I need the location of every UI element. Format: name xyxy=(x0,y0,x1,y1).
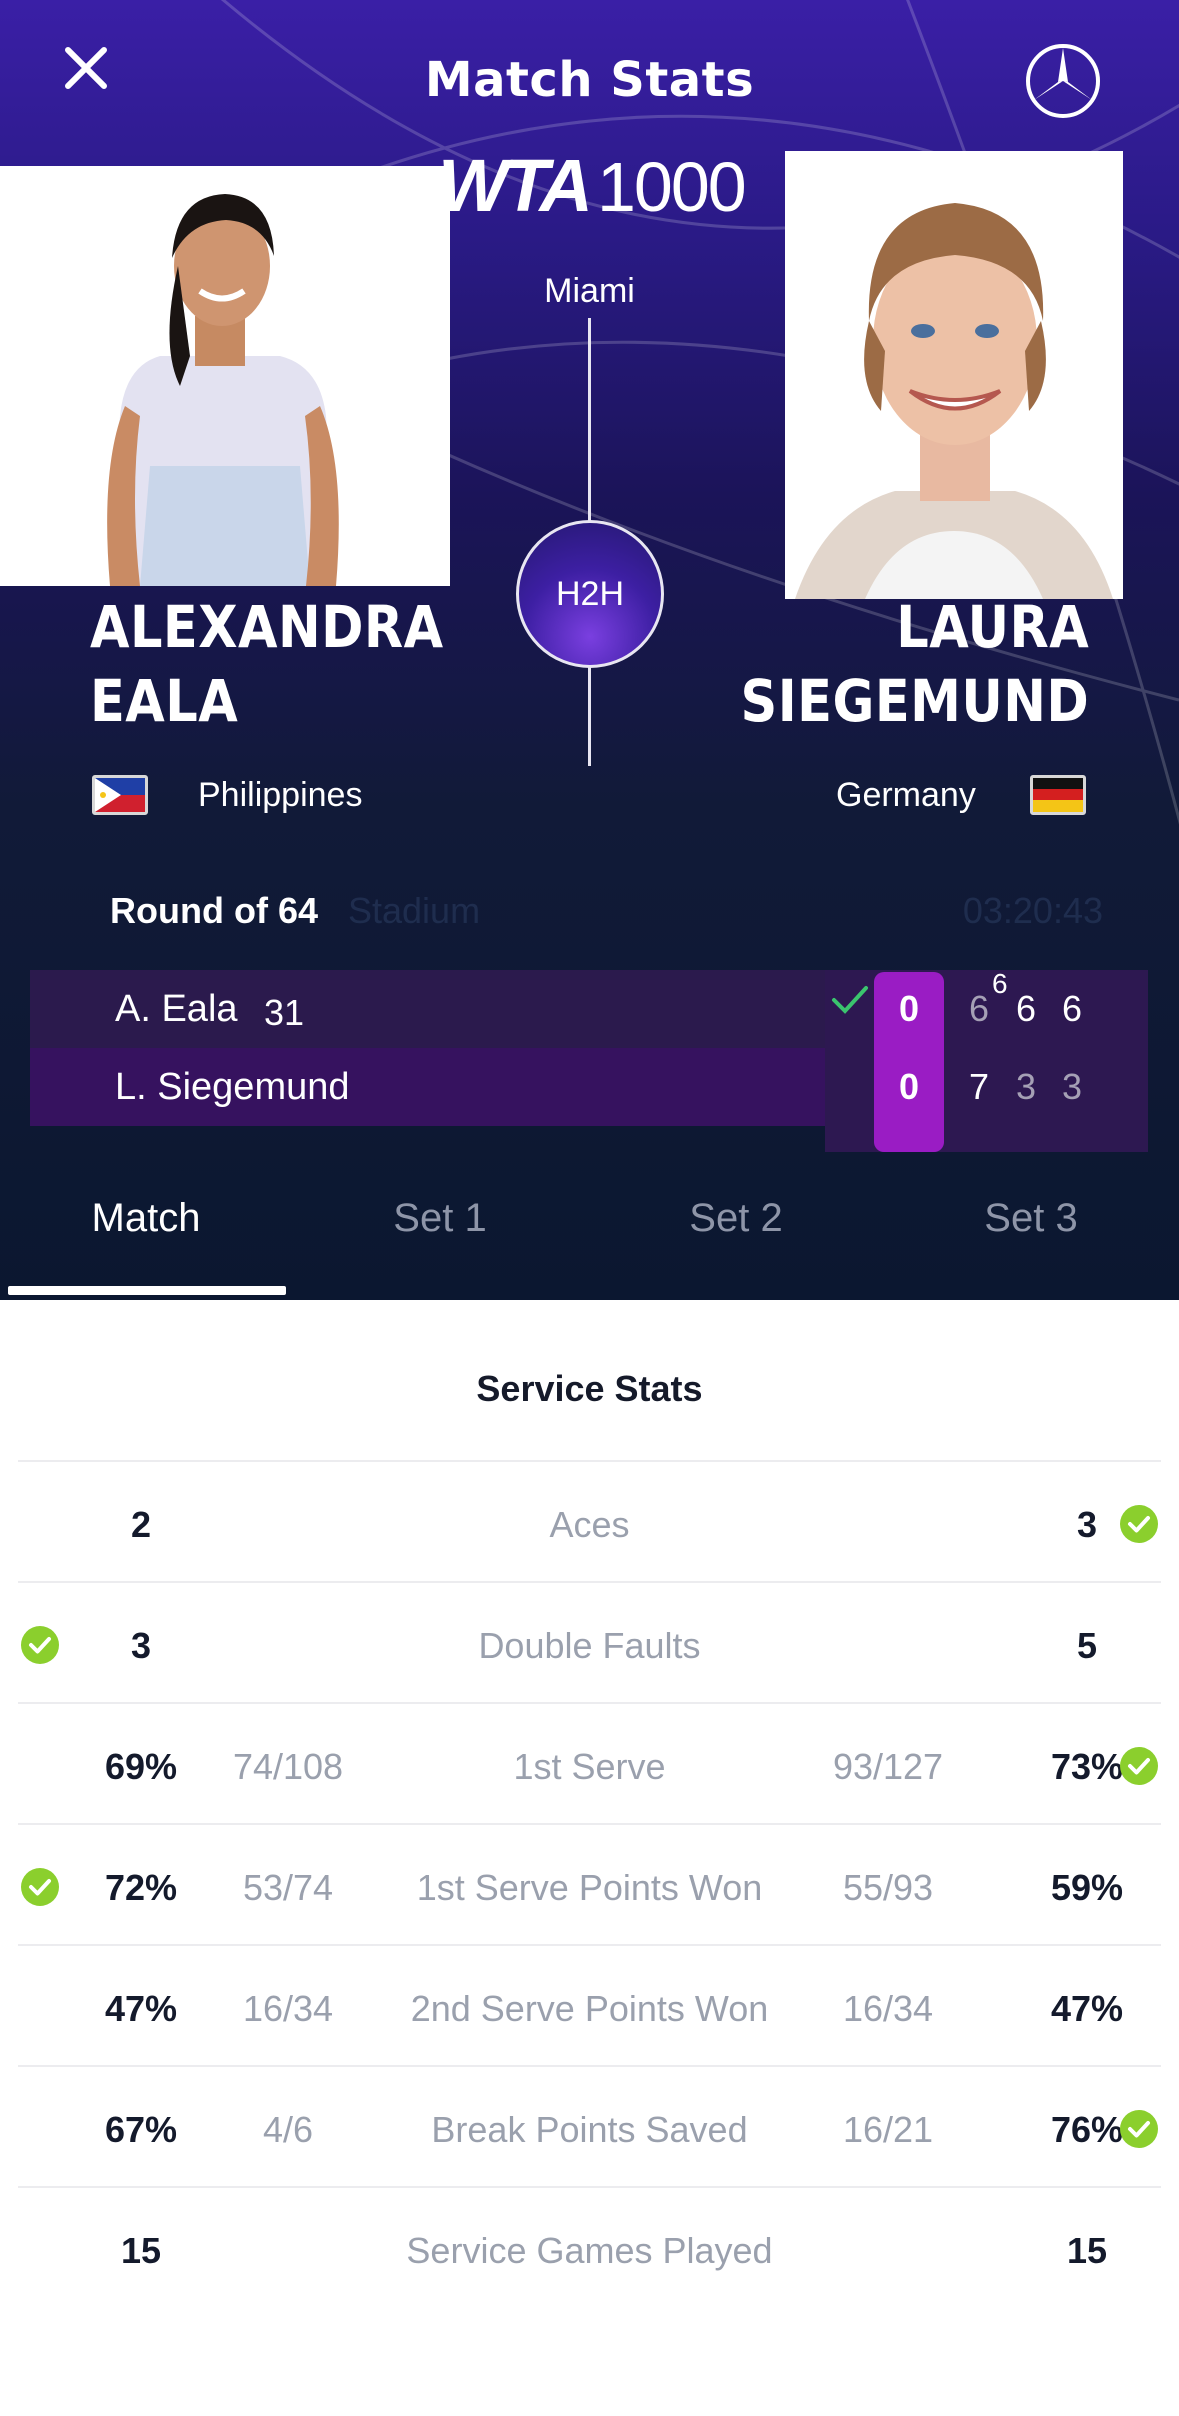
set1-p2: 7 xyxy=(968,1066,990,1107)
stat-fraction-right: 16/21 xyxy=(842,2109,934,2150)
flag-germany-icon xyxy=(1030,775,1086,815)
divider-line xyxy=(588,666,591,766)
stat-value-right: 15 xyxy=(1066,2230,1108,2271)
stat-value-right: 47% xyxy=(1050,1988,1124,2029)
set-tabs: Match Set 1 Set 2 Set 3 xyxy=(0,1196,1179,1296)
stat-value-left: 67% xyxy=(104,2109,178,2150)
stat-fraction-left: 74/108 xyxy=(232,1746,344,1787)
set3-p2: 3 xyxy=(1061,1066,1083,1107)
leader-check-icon xyxy=(1119,1746,1159,1786)
stat-row: 1st Serve 69% 73% 74/108 93/127 xyxy=(18,1702,1161,1823)
stat-row: Double Faults 3 5 xyxy=(18,1581,1161,1702)
winner-check-icon xyxy=(832,986,868,1014)
country-left: Philippines xyxy=(198,776,363,814)
scoreboard-name-p1: A. Eala xyxy=(115,988,238,1030)
country-right: Germany xyxy=(836,776,976,814)
stat-row: 1st Serve Points Won 72% 59% 53/74 55/93 xyxy=(18,1823,1161,1944)
stat-fraction-right: 55/93 xyxy=(842,1867,934,1908)
stat-value-left: 15 xyxy=(120,2230,162,2271)
stat-value-left: 2 xyxy=(130,1504,152,1545)
tab-set-1[interactable]: Set 1 xyxy=(320,1196,560,1241)
match-court: Stadium xyxy=(348,890,481,931)
player-name-right: LAURA SIEGEMUND xyxy=(740,593,1089,735)
tab-set-3[interactable]: Set 3 xyxy=(911,1196,1151,1241)
stat-value-right: 59% xyxy=(1050,1867,1124,1908)
stat-value-left: 69% xyxy=(104,1746,178,1787)
stat-fraction-right: 93/127 xyxy=(832,1746,944,1787)
stat-row: Aces 2 3 xyxy=(18,1460,1161,1581)
stat-fraction-right: 16/34 xyxy=(842,1988,934,2029)
stat-value-right: 5 xyxy=(1076,1625,1098,1666)
set2-p2: 3 xyxy=(1015,1066,1037,1107)
leader-check-icon xyxy=(1119,2109,1159,2149)
stat-fraction-left: 53/74 xyxy=(242,1867,334,1908)
h2h-button[interactable]: H2H xyxy=(516,520,664,668)
section-title: Service Stats xyxy=(476,1368,703,1409)
player-name-left: ALEXANDRA EALA xyxy=(90,593,444,735)
stat-value-left: 3 xyxy=(130,1625,152,1666)
sponsor-logo-icon xyxy=(1024,42,1102,120)
scoreboard-name-p2: L. Siegemund xyxy=(115,1066,350,1108)
current-game-p2: 0 xyxy=(898,1066,920,1107)
player-photo-right xyxy=(785,151,1123,599)
seed-p1: 31 xyxy=(264,992,305,1033)
leader-check-icon xyxy=(1119,1504,1159,1544)
stats-panel: Service Stats Aces 2 3 Double Faults 3 5 1st S… xyxy=(0,1300,1179,2416)
active-tab-indicator xyxy=(8,1286,286,1295)
stat-row: Service Games Played 15 15 xyxy=(18,2186,1161,2307)
player-photo-left xyxy=(0,166,450,586)
set3-p1: 6 xyxy=(1061,988,1083,1029)
stat-row: Break Points Saved 67% 76% 4/6 16/21 xyxy=(18,2065,1161,2186)
stat-row: 2nd Serve Points Won 47% 47% 16/34 16/34 xyxy=(18,1944,1161,2065)
stat-value-left: 72% xyxy=(104,1867,178,1908)
match-round: Round of 64 xyxy=(110,890,318,931)
page-title: Match Stats xyxy=(424,52,755,108)
tournament-logo: WTA 1000 xyxy=(438,144,747,227)
scoreboard: A. Eala 31 L. Siegemund 0 0 6 6 6 6 7 3 … xyxy=(30,968,1148,1152)
tab-set-2[interactable]: Set 2 xyxy=(616,1196,856,1241)
set2-p1: 6 xyxy=(1015,988,1037,1029)
divider-line xyxy=(588,318,591,523)
flag-philippines-icon xyxy=(92,775,148,815)
match-header: Match Stats WTA 1000 Miami H2H ALEXANDRA… xyxy=(0,0,1179,1300)
stat-fraction-left: 16/34 xyxy=(242,1988,334,2029)
stat-fraction-left: 4/6 xyxy=(262,2109,314,2150)
stat-value-left: 47% xyxy=(104,1988,178,2029)
leader-check-icon xyxy=(20,1625,60,1665)
leader-check-icon xyxy=(20,1867,60,1907)
tab-match[interactable]: Match xyxy=(26,1196,266,1241)
current-game-p1: 0 xyxy=(898,988,920,1029)
match-duration: 03:20:43 xyxy=(962,890,1103,931)
